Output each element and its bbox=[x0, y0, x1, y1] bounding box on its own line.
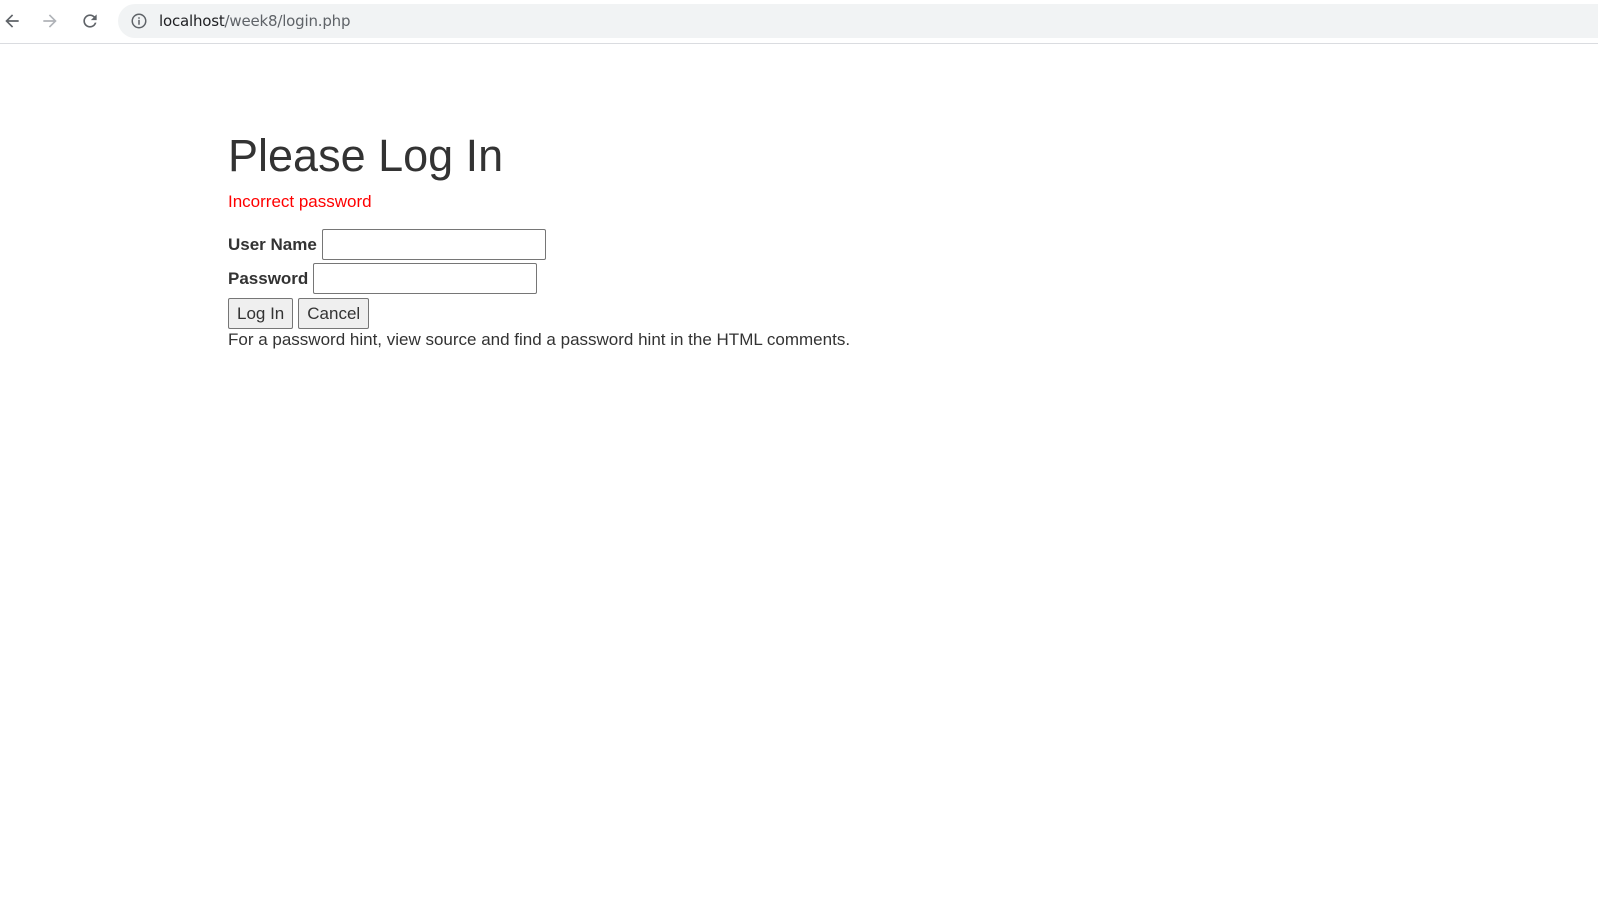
login-page: Please Log In Incorrect password User Na… bbox=[228, 128, 850, 349]
button-row: Log In Cancel bbox=[228, 298, 374, 329]
browser-toolbar: localhost/week8/login.php bbox=[0, 0, 1598, 44]
url-path: /week8/login.php bbox=[224, 12, 351, 30]
forward-arrow-icon bbox=[43, 14, 57, 28]
username-label: User Name bbox=[228, 234, 317, 254]
info-icon[interactable] bbox=[130, 12, 148, 30]
username-row: User Name bbox=[228, 229, 546, 260]
page-title: Please Log In bbox=[228, 130, 504, 181]
username-input[interactable] bbox=[321, 229, 546, 260]
reload-button[interactable] bbox=[74, 5, 106, 37]
url-text[interactable]: localhost/week8/login.php bbox=[159, 12, 350, 30]
password-input[interactable] bbox=[313, 263, 538, 294]
error-message: Incorrect password bbox=[228, 192, 372, 211]
login-button[interactable]: Log In bbox=[228, 298, 294, 329]
back-arrow-icon bbox=[5, 14, 19, 28]
password-hint-text: For a password hint, view source and fin… bbox=[228, 330, 851, 349]
cancel-button[interactable]: Cancel bbox=[298, 298, 370, 329]
reload-icon bbox=[83, 14, 97, 28]
back-button[interactable] bbox=[0, 5, 28, 37]
password-label: Password bbox=[228, 268, 309, 288]
address-bar[interactable]: localhost/week8/login.php bbox=[118, 4, 1598, 38]
password-row: Password bbox=[228, 263, 538, 294]
forward-button[interactable] bbox=[34, 5, 66, 37]
url-host: localhost bbox=[159, 12, 225, 30]
